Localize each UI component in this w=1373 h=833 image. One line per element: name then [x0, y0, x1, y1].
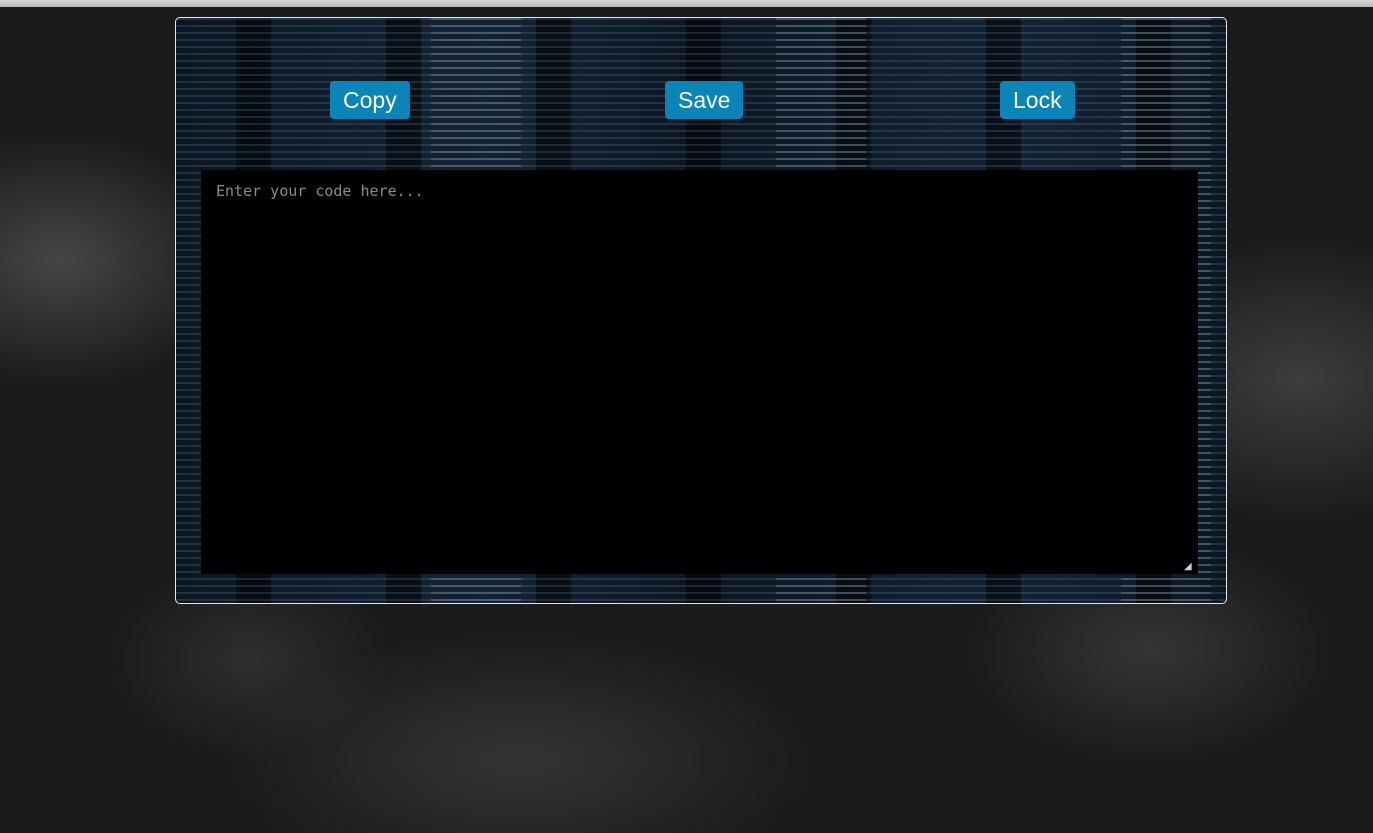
copy-button[interactable]: Copy: [330, 81, 410, 119]
code-editor-input[interactable]: [201, 170, 1198, 574]
code-panel: Copy Save Lock ◢: [175, 17, 1227, 604]
lock-button[interactable]: Lock: [1000, 81, 1075, 119]
save-button[interactable]: Save: [665, 81, 744, 119]
resize-grip-icon[interactable]: ◢: [1184, 562, 1194, 572]
browser-top-strip: [0, 0, 1373, 7]
